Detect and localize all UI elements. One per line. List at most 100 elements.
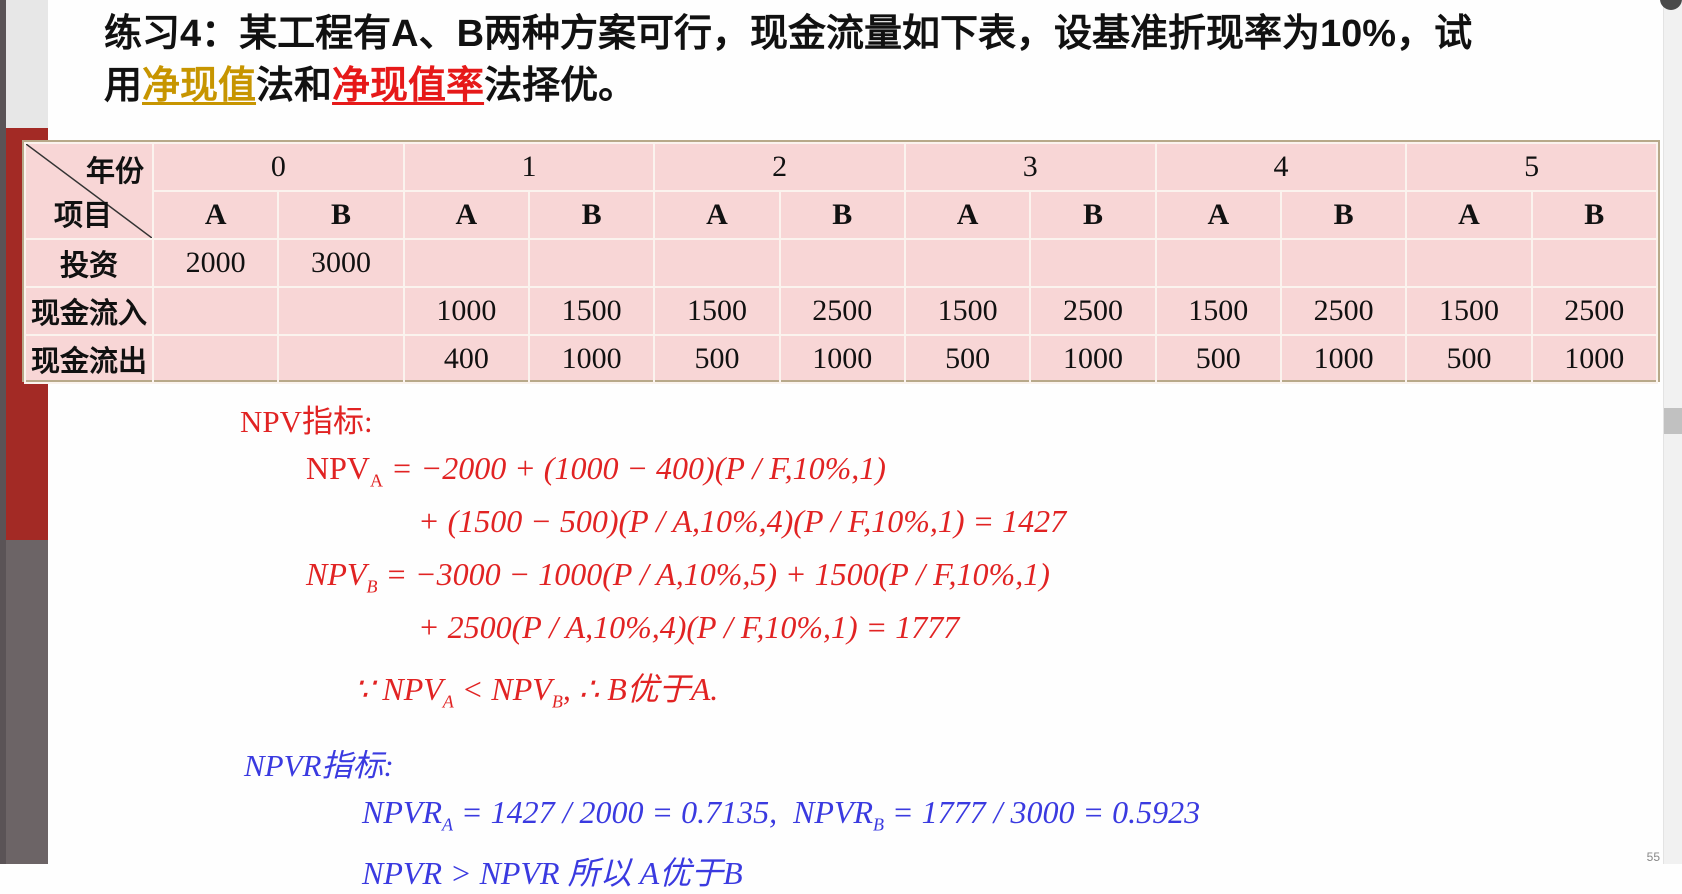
table-cell [402, 238, 530, 288]
npv-a-subscript: A [370, 470, 384, 491]
table-cell: 500 [1154, 334, 1282, 384]
sub-header-3: B [527, 190, 656, 240]
table-cell [1279, 238, 1408, 288]
table-cell [151, 286, 280, 336]
table-cell [778, 238, 906, 288]
slide-page-number: 55 [1646, 850, 1660, 864]
sub-header-8: A [1154, 190, 1282, 240]
table-row-cash-inflow: 现金流入 1000 1500 1500 2500 1500 2500 1500 … [24, 286, 1659, 336]
slide-left-margin-top [6, 0, 48, 128]
table-cell [527, 238, 656, 288]
npv-b-label: NPV [306, 556, 367, 592]
npvr-a-label: NPVR [362, 794, 442, 830]
npvr-a-expr: = 1427 / 2000 = 0.7135, [452, 794, 778, 830]
sub-header-5: B [778, 190, 906, 240]
table-cell: 1000 [1029, 334, 1157, 384]
table-cell [903, 238, 1032, 288]
sub-header-4: A [653, 190, 781, 240]
year-header-1: 1 [402, 142, 656, 192]
year-header-3: 3 [903, 142, 1157, 192]
title-line1: 练习4：某工程有A、B两种方案可行，现金流量如下表，设基准折现率为10%，试 [104, 13, 1473, 55]
title-highlight-npvr: 净现值率 [332, 65, 485, 107]
table-cell: 1500 [653, 286, 781, 336]
table-cell: 1000 [778, 334, 906, 384]
npvr-conclusion-partial: NPVR > NPVR 所以 A优于B [362, 855, 743, 891]
vertical-scrollbar[interactable] [1663, 0, 1682, 864]
table-cell [653, 238, 781, 288]
conclusion-part2: < NPV [453, 671, 552, 707]
conclusion-part1: ∵ NPV [354, 671, 443, 707]
npv-a-label: NPV [306, 450, 371, 486]
npv-b-subscript: B [366, 576, 378, 597]
table-cell [277, 286, 405, 336]
table-cell [1154, 238, 1282, 288]
table-cell: 1500 [1405, 286, 1533, 336]
year-header-0: 0 [152, 142, 405, 192]
table-cell: 2000 [151, 238, 280, 288]
table-cell [1530, 238, 1659, 288]
sub-header-0: A [151, 190, 280, 240]
title-highlight-npv: 净现值 [142, 65, 257, 107]
sub-header-1: B [277, 190, 405, 240]
npvr-a-subscript: A [441, 814, 453, 835]
sub-header-9: B [1279, 190, 1408, 240]
table-corner-cell: 年份 项目 [24, 142, 154, 240]
table-cell: 1500 [1154, 286, 1282, 336]
npv-a-line2: + (1500 − 500)(P / A,10%,4)(P / F,10%,1)… [418, 503, 1067, 539]
corner-label-year: 年份 [85, 154, 144, 188]
npvr-heading: NPVR指标: [244, 748, 394, 783]
table-cell: 500 [653, 334, 781, 384]
year-header-2: 2 [653, 142, 906, 192]
table-cell: 1000 [402, 286, 530, 336]
table-cell [1029, 238, 1157, 288]
cashflow-table: 年份 项目 0 1 2 3 4 5 A B A B A B A B A B A … [22, 140, 1660, 384]
npv-a-line1: NPVA = −2000 + (1000 − 400)(P / F,10%,1) [306, 450, 886, 491]
table-cell: 500 [1405, 334, 1533, 384]
npv-b-line1: NPVB = −3000 − 1000(P / A,10%,5) + 1500(… [306, 556, 1050, 597]
table-cell [1405, 238, 1533, 288]
scrollbar-thumb[interactable] [1664, 408, 1682, 434]
npv-b-line2: + 2500(P / A,10%,4)(P / F,10%,1) = 1777 [418, 609, 960, 645]
title-mid: 法和 [256, 65, 333, 107]
npv-conclusion: ∵ NPVA < NPVB, ∴ B优于A. [354, 664, 718, 712]
table-cell: 3000 [277, 238, 405, 288]
npvr-b-subscript: B [873, 814, 885, 835]
year-header-4: 4 [1154, 142, 1408, 192]
npv-b-expr1: = −3000 − 1000(P / A,10%,5) + 1500(P / F… [377, 556, 1050, 592]
table-row-cash-outflow: 现金流出 400 1000 500 1000 500 1000 500 1000… [24, 334, 1659, 384]
table-cell: 1500 [903, 286, 1032, 336]
conclusion-part3: , ∴ B优于A. [562, 671, 719, 707]
table-cell [151, 334, 280, 384]
table-cell: 2500 [1279, 286, 1408, 336]
npvr-values-line: NPVRA = 1427 / 2000 = 0.7135, NPVRB = 17… [362, 794, 1200, 835]
conclusion-sub-b: B [551, 691, 563, 712]
table-cell [277, 334, 405, 384]
npv-a-expr1: = −2000 + (1000 − 400)(P / F,10%,1) [383, 450, 886, 486]
npvr-b-expr: = 1777 / 3000 = 0.5923 [884, 794, 1201, 830]
sub-header-7: B [1029, 190, 1157, 240]
table-cell: 1500 [527, 286, 656, 336]
slide-left-margin-bottom [6, 540, 48, 864]
npvr-b-label: NPVR [793, 794, 874, 830]
sub-header-10: A [1405, 190, 1533, 240]
row-label: 现金流出 [24, 334, 154, 384]
title-line2-start: 用 [104, 65, 143, 107]
row-label: 现金流入 [24, 286, 154, 336]
npv-heading: NPV指标: [240, 404, 373, 439]
table-cell: 2500 [1029, 286, 1157, 336]
row-label: 投资 [24, 238, 154, 288]
table-cell: 2500 [1530, 286, 1659, 336]
sub-header-11: B [1530, 190, 1659, 240]
sub-header-6: A [903, 190, 1032, 240]
title-end: 法择优。 [484, 65, 637, 107]
table-cell: 400 [402, 334, 530, 384]
table-cell: 2500 [778, 286, 906, 336]
table-row-investment: 投资 2000 3000 [24, 238, 1659, 288]
table-cell: 1000 [1279, 334, 1408, 384]
sub-header-2: A [402, 190, 530, 240]
year-header-5: 5 [1405, 142, 1658, 192]
table-cell: 1000 [1530, 334, 1659, 384]
exercise-title: 练习4：某工程有A、B两种方案可行，现金流量如下表，设基准折现率为10%，试 用… [104, 8, 1634, 112]
table-cell: 500 [903, 334, 1032, 384]
conclusion-sub-a: A [442, 691, 454, 712]
